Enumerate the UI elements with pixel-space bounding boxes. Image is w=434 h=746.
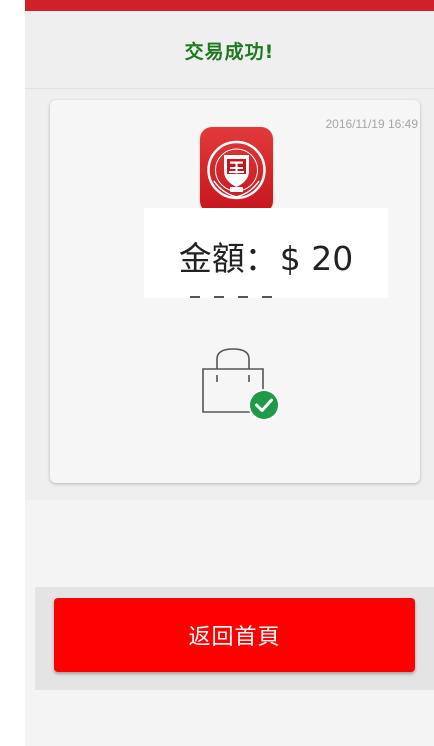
university-logo-icon: [200, 127, 273, 213]
obscured-text: [190, 292, 290, 302]
return-home-button[interactable]: 返回首頁: [54, 598, 415, 672]
amount-panel: 金額：$ 20: [144, 208, 388, 298]
amount-label: 金額：: [178, 239, 278, 278]
app-screen: 交易成功! 2016/11/19 16:49 金額：$ 20 返回首頁: [25, 0, 434, 746]
amount-display: 金額：$ 20: [144, 232, 388, 280]
page-title: 交易成功!: [184, 41, 275, 63]
header: 交易成功!: [25, 11, 434, 89]
shopping-bag-check-icon: [199, 345, 283, 423]
receipt-card: 2016/11/19 16:49 金額：$ 20: [50, 100, 420, 483]
transaction-timestamp: 2016/11/19 16:49: [325, 117, 418, 131]
amount-value: $ 20: [279, 239, 354, 278]
top-accent-bar: [25, 0, 434, 11]
